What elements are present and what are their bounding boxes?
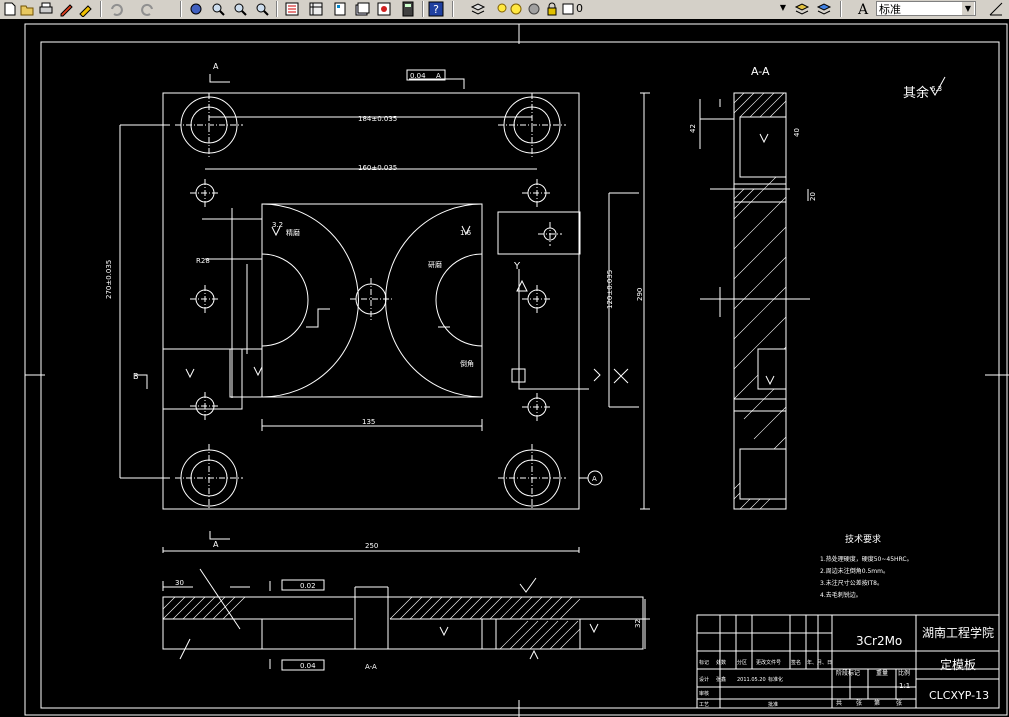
marker-b: B — [133, 372, 139, 381]
gdt-datum-1: A — [436, 72, 441, 80]
design-center-icon[interactable] — [308, 1, 324, 17]
tb-left-3: 分区 — [737, 659, 747, 666]
cad-toolbar: ? 0 ▼ A 标准 ▼ — [0, 0, 1009, 20]
tb-header-weight: 重量 — [876, 669, 888, 677]
part-name: 定模板 — [940, 657, 976, 672]
tech-note-3: 3.未注尺寸公差按IT8。 — [820, 579, 883, 587]
scale-header: 比例 — [898, 669, 910, 677]
dimension-style-icon[interactable] — [988, 1, 1004, 17]
tech-note-4: 4.去毛刺锐边。 — [820, 591, 862, 599]
layer-manager-icon[interactable] — [470, 1, 486, 17]
tb-left-6: 年、月、日 — [807, 659, 832, 666]
roughness-label-1: 1.6 — [460, 229, 472, 237]
zoom-window-icon[interactable] — [232, 1, 248, 17]
note-aa: A-A — [365, 663, 377, 671]
roughness-value: 6.3 — [931, 85, 942, 93]
tb-designer-label: 设计 — [699, 676, 709, 683]
properties-icon[interactable] — [284, 1, 300, 17]
markup-icon[interactable] — [376, 1, 392, 17]
tb-footer-3: 第 — [874, 699, 880, 707]
roughness-note: 其余 — [903, 85, 929, 101]
tool-palettes-icon[interactable] — [332, 1, 348, 17]
dim-radius: R28 — [196, 257, 210, 265]
layer-color-icon[interactable] — [526, 1, 542, 17]
note-dj: 倒角 — [460, 359, 474, 368]
roughness-label-2: 3.2 — [272, 221, 283, 229]
marker-a-bottom: A — [213, 540, 219, 549]
layer-name: 0 — [576, 2, 583, 15]
layer-previous-icon[interactable] — [794, 1, 810, 17]
tb-footer-4: 张 — [896, 699, 902, 707]
dim-bottom: 250 — [365, 542, 378, 550]
calculator-icon[interactable] — [400, 1, 416, 17]
match-properties-icon[interactable] — [78, 1, 94, 18]
text-style-dropdown[interactable]: 标准 ▼ — [876, 1, 976, 16]
dim-bot-30: 30 — [175, 579, 184, 587]
open-icon[interactable] — [19, 1, 35, 17]
undo-icon[interactable] — [108, 1, 124, 17]
tb-standard: 标准化 — [768, 676, 783, 683]
dim-side-h2: 20 — [809, 192, 817, 201]
tb-process: 工艺 — [699, 702, 709, 708]
draw-icon[interactable] — [58, 1, 74, 17]
material: 3Cr2Mo — [856, 634, 902, 648]
tb-left-2: 处数 — [716, 659, 726, 666]
layer-dropdown[interactable]: ▼ — [586, 1, 790, 16]
help-icon[interactable]: ? — [428, 1, 444, 17]
tb-header-stage: 阶段标记 — [836, 669, 860, 677]
gdt-2: 0.02 — [300, 582, 316, 590]
new-icon[interactable] — [2, 1, 18, 17]
svg-text:A: A — [857, 2, 869, 17]
tb-date: 2011.05.20 — [737, 677, 766, 683]
note-jm: 精磨 — [286, 228, 300, 237]
section-title: A-A — [751, 65, 770, 78]
tb-footer-1: 共 — [836, 699, 842, 707]
layer-lock-icon[interactable] — [544, 1, 560, 17]
datum-a: A — [592, 475, 597, 483]
text-style-icon[interactable]: A — [856, 1, 872, 18]
school-name: 湖南工程学院 — [922, 625, 994, 640]
tech-note-2: 2.周边未注倒角0.5mm。 — [820, 567, 889, 575]
tb-designer: 张鑫 — [716, 676, 726, 683]
layer-freeze-icon[interactable] — [508, 1, 524, 17]
dim-inner-w: 135 — [362, 418, 375, 426]
svg-text:?: ? — [433, 3, 439, 16]
tb-approve: 批准 — [768, 701, 778, 708]
gdt-3: 0.04 — [300, 662, 316, 670]
plot-icon[interactable] — [38, 1, 54, 17]
text-style-value: 标准 — [879, 3, 901, 16]
dim-top2: 160±0.035 — [358, 164, 397, 172]
sheet-set-icon[interactable] — [354, 1, 370, 17]
marker-y: Y — [513, 261, 521, 272]
pan-icon[interactable] — [188, 1, 204, 17]
marker-a-top: A — [213, 62, 219, 71]
drawing-number: CLCXYP-13 — [929, 689, 989, 702]
dim-side-h1: 40 — [793, 128, 801, 137]
note-ym: 研磨 — [428, 260, 442, 269]
dim-bot-h: 32 — [634, 619, 642, 628]
tb-left-5: 签名 — [791, 659, 801, 666]
zoom-previous-icon[interactable] — [254, 1, 270, 17]
tb-left-4: 更改文件号 — [756, 659, 781, 666]
tb-left-1: 标记 — [699, 659, 709, 666]
drawing-canvas[interactable]: A-A 其余 6.3 184±0.035 160±0.035 270±0.035… — [0, 19, 1009, 717]
redo-icon[interactable] — [140, 1, 156, 17]
tech-title: 技术要求 — [845, 533, 881, 545]
scale-value: 1:1 — [899, 682, 910, 690]
tb-review: 审核 — [699, 690, 709, 697]
dim-top1: 184±0.035 — [358, 115, 397, 123]
dim-left-v: 270±0.035 — [105, 260, 113, 299]
dim-side-t: 42 — [689, 124, 697, 133]
gdt-1: 0.04 — [410, 72, 426, 80]
layer-plot-icon[interactable] — [560, 1, 576, 17]
layer-states-icon[interactable] — [816, 1, 832, 17]
zoom-realtime-icon[interactable] — [210, 1, 226, 17]
tech-note-1: 1.热处理硬度，硬度50~45HRC。 — [820, 555, 913, 563]
tb-footer-2: 张 — [856, 699, 862, 707]
dim-overall-v: 290 — [636, 288, 644, 301]
dim-right-v: 120±0.035 — [606, 270, 614, 309]
